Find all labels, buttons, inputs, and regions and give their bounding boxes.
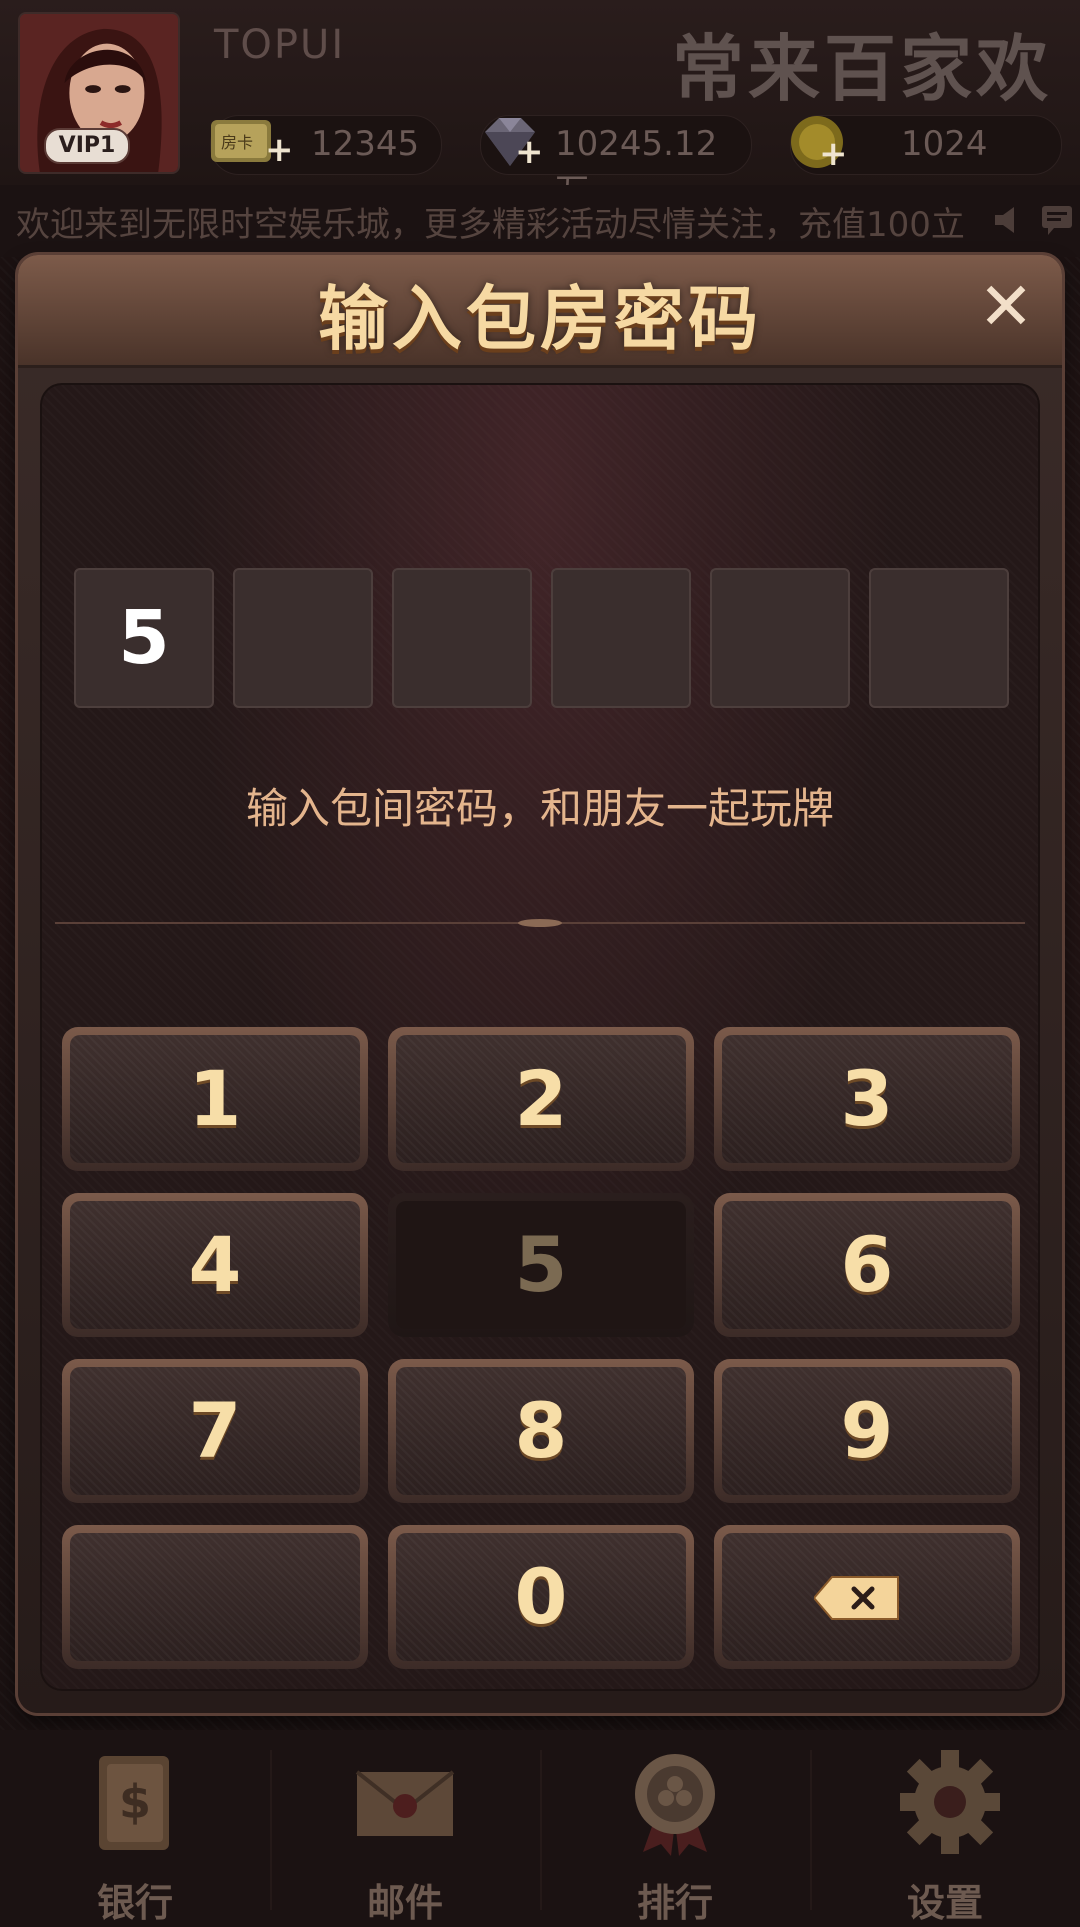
key-6[interactable]: 6 [714,1193,1020,1337]
top-bar: VIP1 TOPUI 常来百家欢 房卡 + 12345 + 10245.12万 … [0,0,1080,212]
add-diamond-icon[interactable]: + [515,135,544,169]
close-button[interactable]: ✕ [974,274,1038,341]
code-digit-6 [869,568,1009,708]
key-blank[interactable] [62,1525,368,1669]
chat-icon[interactable] [1040,203,1074,237]
announcement-bar: 欢迎来到无限时空娱乐城，更多精彩活动尽情关注，充值100立 [0,185,1080,257]
diamond-counter[interactable]: + 10245.12万 [480,115,752,212]
add-coin-icon[interactable]: + [819,137,848,171]
bank-icon: $ [99,1756,169,1850]
backspace-button[interactable] [714,1525,1020,1669]
password-code-row: 5 [74,568,1024,708]
nav-ranking[interactable]: 排行 [540,1730,810,1925]
avatar[interactable]: VIP1 [18,12,180,174]
code-digit-3 [392,568,532,708]
coin-counter[interactable]: + 1024 [790,115,1062,175]
settings-icon [900,1750,1000,1854]
code-digit-2 [233,568,373,708]
brand-title: 常来百家欢 [671,26,1052,111]
coin-count: 1024 [901,124,988,164]
key-8[interactable]: 8 [388,1359,694,1503]
code-digit-5 [710,568,850,708]
key-9[interactable]: 9 [714,1359,1020,1503]
bottom-nav: $ 银行 邮件 排行 设置 [0,1730,1080,1925]
nav-mail[interactable]: 邮件 [270,1730,540,1925]
room-card-count: 12345 [311,124,420,164]
ranking-icon [635,1754,715,1856]
svg-text:房卡: 房卡 [221,133,253,152]
speaker-icon[interactable] [992,203,1026,237]
key-1[interactable]: 1 [62,1027,368,1171]
key-5[interactable]: 5 [388,1193,694,1337]
nav-settings[interactable]: 设置 [810,1730,1080,1925]
key-4[interactable]: 4 [62,1193,368,1337]
key-7[interactable]: 7 [62,1359,368,1503]
svg-text:$: $ [119,1775,151,1829]
nav-bank[interactable]: $ 银行 [0,1730,270,1925]
dialog-title: 输入包房密码 [318,278,762,360]
key-0[interactable]: 0 [388,1525,694,1669]
password-hint: 输入包间密码，和朋友一起玩牌 [245,784,834,833]
add-room-card-icon[interactable]: + [265,133,294,167]
username: TOPUI [214,22,346,68]
vip-badge: VIP1 [44,128,130,164]
announcement-text: 欢迎来到无限时空娱乐城，更多精彩活动尽情关注，充值100立 [16,205,965,245]
dialog-header: 输入包房密码 ✕ [18,255,1062,368]
ornament-divider [55,919,1025,927]
key-3[interactable]: 3 [714,1027,1020,1171]
backspace-icon [814,1576,899,1620]
code-digit-4 [551,568,691,708]
key-2[interactable]: 2 [388,1027,694,1171]
code-digit-1: 5 [74,568,214,708]
room-card-counter[interactable]: 房卡 + 12345 [210,115,442,175]
mail-icon [355,1770,455,1836]
